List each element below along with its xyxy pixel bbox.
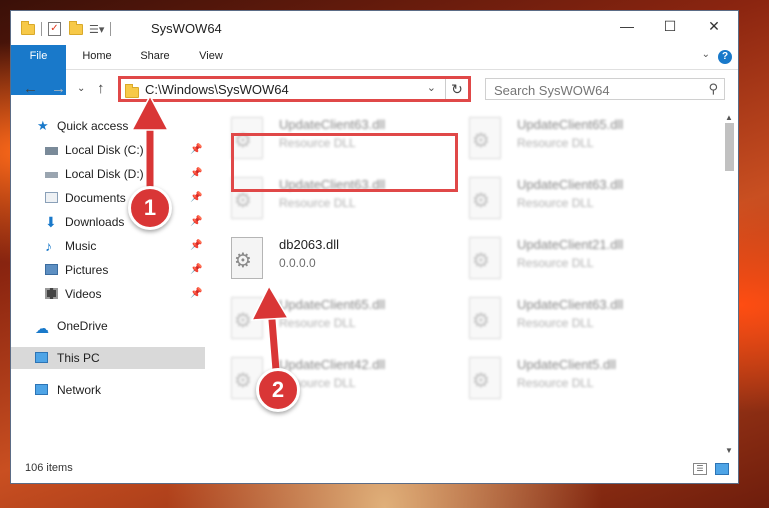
arrowhead-up-1 [130,94,170,131]
step-badge-2: 2 [256,368,300,412]
annotation-arrows [130,94,290,374]
arrowhead-up-2 [250,284,290,321]
arrow-to-file [268,316,280,374]
step-badge-1: 1 [128,186,172,230]
